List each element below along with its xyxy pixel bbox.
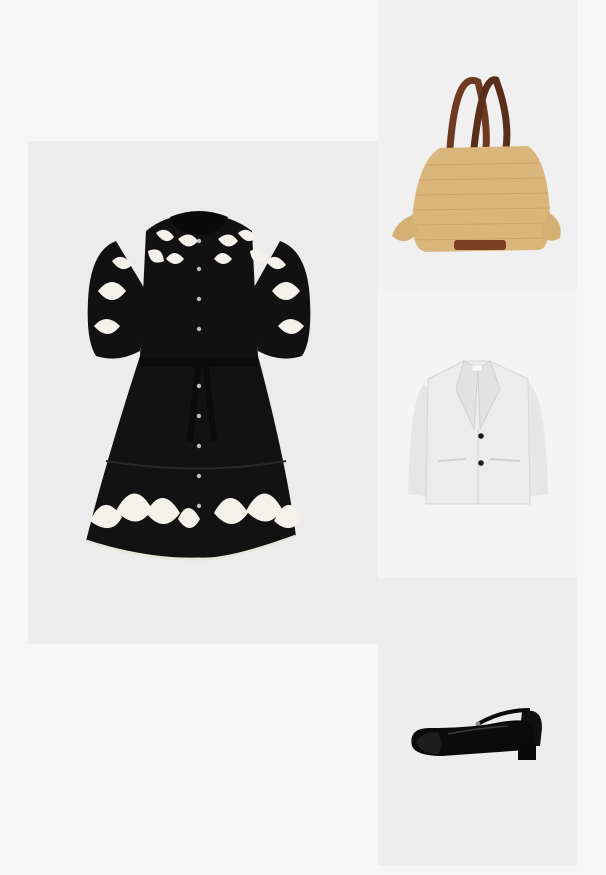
mary-jane-shoes-product-tile[interactable] <box>378 578 577 866</box>
tote-bag-icon <box>392 76 561 252</box>
tote-bag-product-tile[interactable] <box>378 0 577 289</box>
mary-jane-shoe-icon <box>411 708 542 760</box>
dress-icon <box>85 211 311 561</box>
dress-product-tile[interactable] <box>28 141 378 644</box>
blazer-product-tile[interactable] <box>378 289 577 578</box>
outfit-collage <box>0 0 606 875</box>
blazer-icon <box>408 360 548 505</box>
